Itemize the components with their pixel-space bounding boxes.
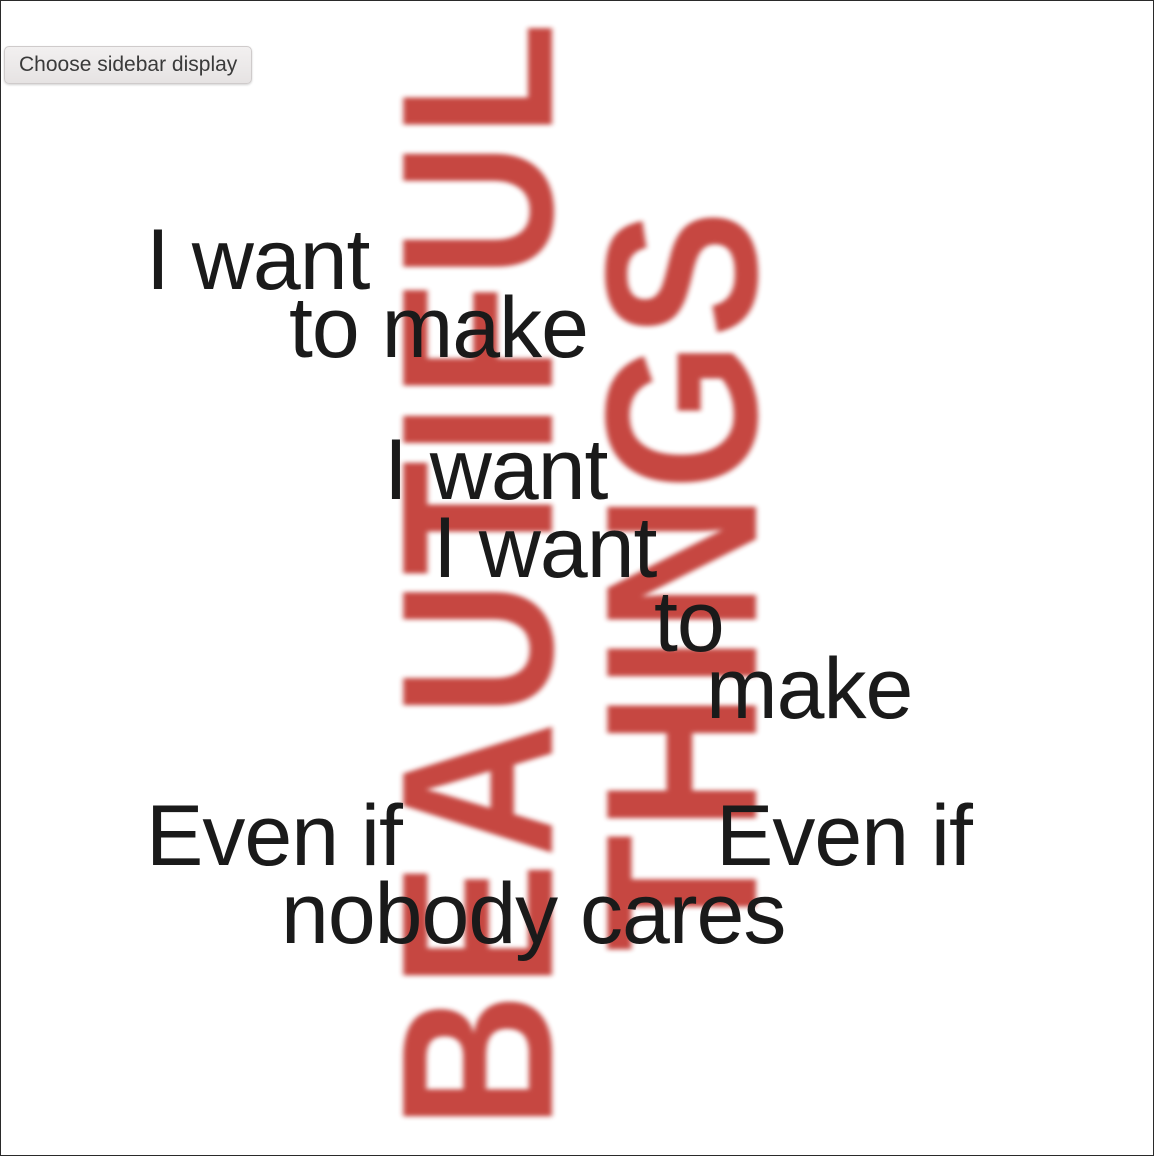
poem-line-nobody-cares: nobody cares	[281, 866, 786, 962]
poem-line-i-want-3: I want	[433, 500, 657, 596]
poem-line-make: make	[706, 641, 913, 737]
poem-line-to-make-1: to make	[289, 280, 589, 376]
choose-sidebar-display-button[interactable]: Choose sidebar display	[4, 46, 253, 84]
artboard: Choose sidebar display BEAUTIFUL THINGS …	[0, 0, 1154, 1156]
